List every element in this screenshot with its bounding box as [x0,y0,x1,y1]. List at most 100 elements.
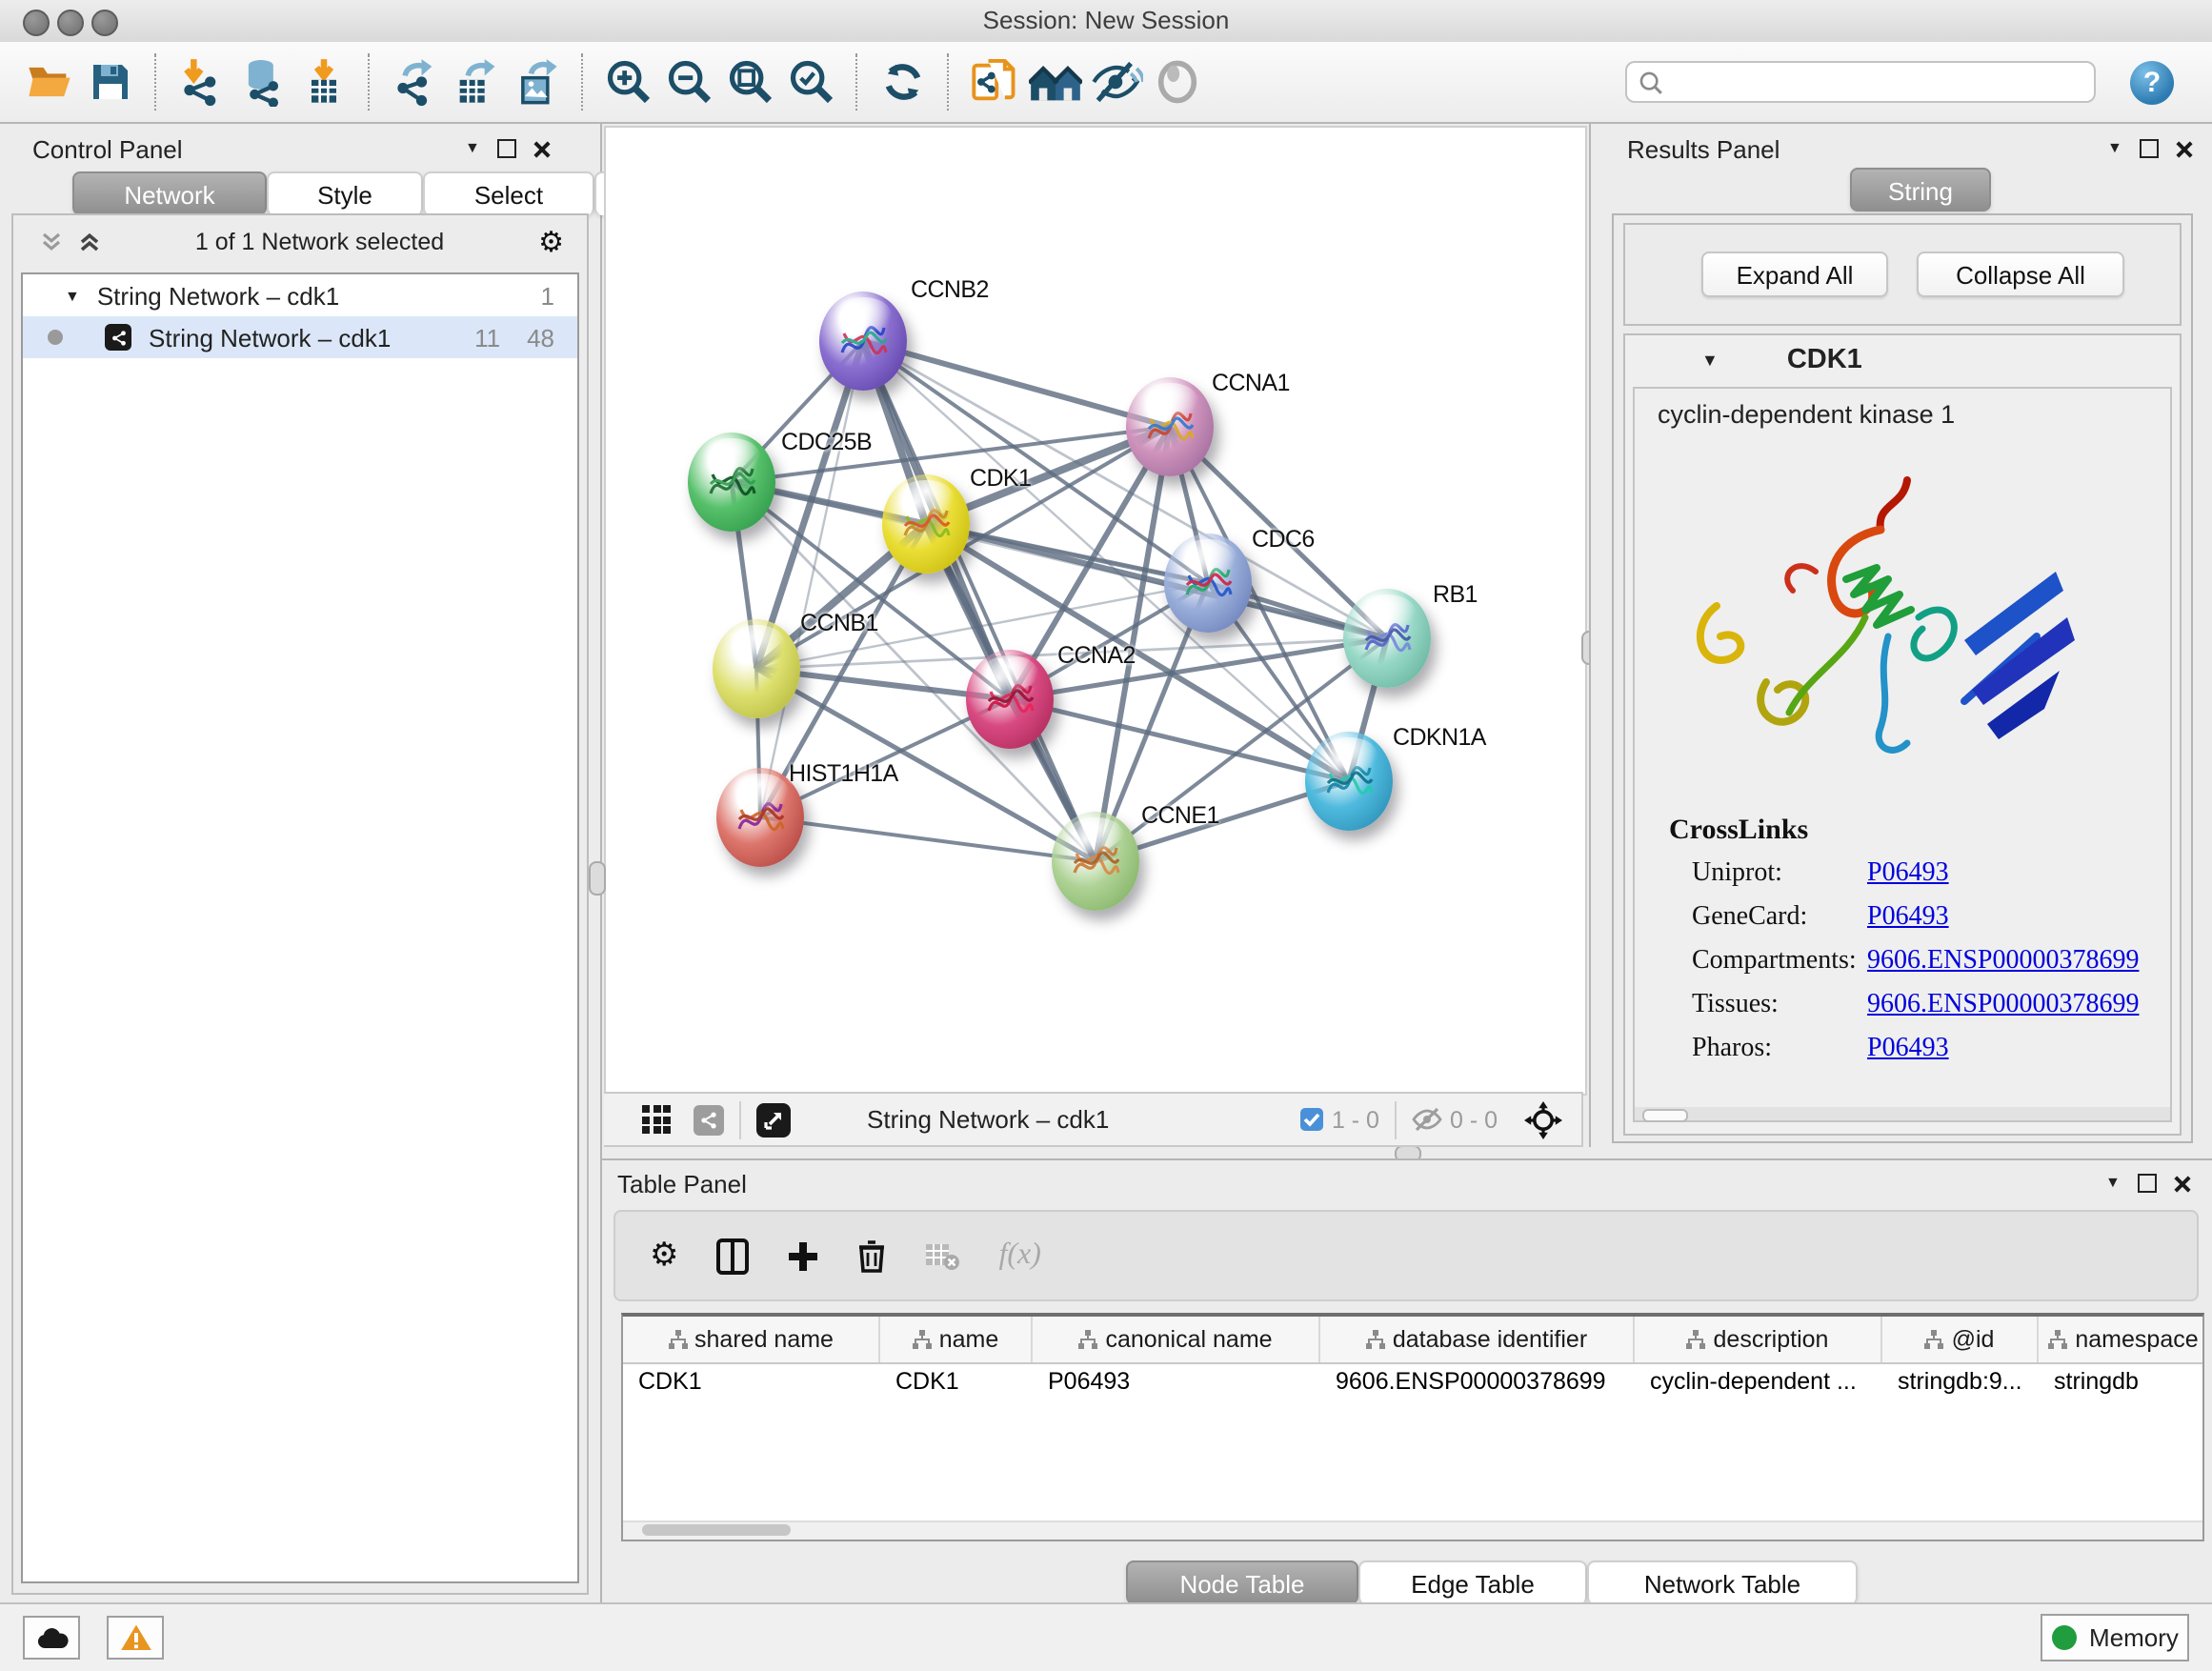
crosslink-tissues[interactable]: 9606.ENSP00000378699 [1867,991,2139,1035]
network-node-CCNA1[interactable] [1126,377,1214,476]
column-header-database-identifier[interactable]: database identifier [1320,1317,1635,1362]
export-table-button[interactable] [446,50,507,114]
network-collection-row[interactable]: ▼ String Network – cdk1 1 [23,274,577,316]
cloud-status-button[interactable] [23,1616,80,1660]
tab-select[interactable]: Select [423,171,594,215]
hidden-eye-icon[interactable] [1412,1107,1442,1132]
crosslink-genecard[interactable]: P06493 [1867,903,1949,947]
delete-table-icon[interactable] [925,1241,961,1270]
tab-node-table[interactable]: Node Table [1126,1560,1358,1604]
table-cell[interactable]: P06493 [1033,1364,1320,1402]
table-cell[interactable]: 9606.ENSP00000378699 [1320,1364,1635,1402]
show-columns-icon[interactable] [717,1238,750,1274]
network-node-RB1[interactable] [1343,589,1431,688]
search-input[interactable] [1663,67,2082,97]
export-network-button[interactable] [385,50,446,114]
results-panel-collapse-icon[interactable]: ▼ [2107,141,2122,156]
network-node-CDKN1A[interactable] [1305,732,1393,831]
table-cell[interactable]: CDK1 [880,1364,1033,1402]
import-network-file-button[interactable] [171,50,232,114]
crosslink-pharos[interactable]: P06493 [1867,1035,1949,1078]
zoom-in-button[interactable] [598,50,659,114]
show-all-button[interactable] [1147,50,1208,114]
tab-network-table[interactable]: Network Table [1587,1560,1858,1604]
import-network-database-button[interactable] [232,50,293,114]
birdseye-view-icon[interactable] [756,1102,791,1137]
cdk1-header-row[interactable]: ▼ CDK1 [1625,335,2180,385]
control-panel-collapse-icon[interactable]: ▼ [465,141,480,156]
zoom-out-button[interactable] [659,50,720,114]
collapse-all-button[interactable]: Collapse All [1917,252,2124,297]
network-node-CCNE1[interactable] [1052,812,1139,911]
view-grid-icon[interactable] [642,1105,671,1134]
selected-checkbox-icon[interactable] [1299,1107,1324,1132]
table-row[interactable]: CDK1CDK1P064939606.ENSP00000378699cyclin… [623,1364,2202,1402]
table-settings-gear-icon[interactable]: ⚙ [650,1237,679,1275]
table-body: CDK1CDK1P064939606.ENSP00000378699cyclin… [623,1364,2202,1402]
crosslink-uniprot[interactable]: P06493 [1867,859,1949,903]
collapse-all-tree-icon[interactable] [78,231,101,253]
network-edge[interactable] [760,341,863,817]
column-header-description[interactable]: description [1635,1317,1882,1362]
tab-style[interactable]: Style [267,171,423,215]
zoom-fit-button[interactable] [720,50,781,114]
column-header-namespace[interactable]: namespace [2039,1317,2204,1362]
add-column-icon[interactable] [788,1239,820,1272]
column-header-shared-name[interactable]: shared name [623,1317,880,1362]
results-panel-float-icon[interactable] [2140,139,2159,158]
expand-all-button[interactable]: Expand All [1701,252,1888,297]
cdk1-expander-icon[interactable]: ▼ [1701,351,1719,370]
network-edge[interactable] [926,524,1387,638]
table-panel-title: Table Panel [617,1170,747,1198]
column-header-canonical-name[interactable]: canonical name [1033,1317,1320,1362]
network-canvas[interactable]: CCNB2CCNA1CDC25BCDK1CDC6RB1CCNB1CCNA2CDK… [604,126,1587,1096]
network-node-CDC6[interactable] [1164,534,1252,633]
help-button[interactable]: ? [2130,60,2174,104]
table-panel-close-icon[interactable] [2174,1175,2191,1192]
results-hscroll-thumb[interactable] [1642,1109,1688,1122]
tab-network[interactable]: Network [72,171,267,215]
function-builder-icon[interactable]: f(x) [999,1238,1041,1273]
network-options-gear-icon[interactable]: ⚙ [538,225,564,259]
network-node-CCNB2[interactable] [819,292,907,391]
clone-network-button[interactable] [964,50,1025,114]
network-node-CDC25B[interactable] [688,433,775,532]
expand-all-tree-icon[interactable] [40,231,63,253]
import-table-file-button[interactable] [293,50,354,114]
delete-column-icon[interactable] [858,1238,887,1273]
crosslink-compartments[interactable]: 9606.ENSP00000378699 [1867,947,2139,991]
save-session-button[interactable] [80,50,141,114]
results-panel-close-icon[interactable] [2176,140,2193,157]
network-share-icon[interactable] [694,1104,724,1135]
refresh-button[interactable] [873,50,934,114]
column-header-name[interactable]: name [880,1317,1033,1362]
left-splitter-handle[interactable] [589,861,606,896]
warnings-button[interactable] [107,1616,164,1660]
table-panel-float-icon[interactable] [2138,1174,2157,1193]
node-gloss [898,479,955,517]
network-edge[interactable] [760,817,1096,861]
session-home-button[interactable] [1025,50,1086,114]
network-node-CDK1[interactable] [882,474,970,574]
table-hscroll-thumb[interactable] [642,1524,791,1536]
control-panel-float-icon[interactable] [497,139,516,158]
table-panel-collapse-icon[interactable]: ▼ [2105,1176,2121,1191]
table-cell[interactable]: CDK1 [623,1364,880,1402]
export-image-button[interactable] [507,50,568,114]
tab-edge-table[interactable]: Edge Table [1358,1560,1587,1604]
table-cell[interactable]: stringdb [2039,1364,2204,1402]
tab-string[interactable]: String [1850,168,1991,211]
pan-crosshair-icon[interactable] [1524,1100,1562,1138]
table-cell[interactable]: cyclin-dependent ... [1635,1364,1882,1402]
zoom-selected-button[interactable] [781,50,842,114]
show-hide-button[interactable] [1086,50,1147,114]
network-node-CCNB1[interactable] [713,619,800,718]
memory-button[interactable]: Memory [2041,1614,2189,1661]
table-cell[interactable]: stringdb:9... [1882,1364,2039,1402]
open-session-button[interactable] [19,50,80,114]
network-row[interactable]: String Network – cdk1 11 48 [23,316,577,358]
network-node-CCNA2[interactable] [966,650,1054,749]
column-header--id[interactable]: @id [1882,1317,2039,1362]
collection-expander-icon[interactable]: ▼ [65,287,80,304]
control-panel-close-icon[interactable] [533,140,551,157]
